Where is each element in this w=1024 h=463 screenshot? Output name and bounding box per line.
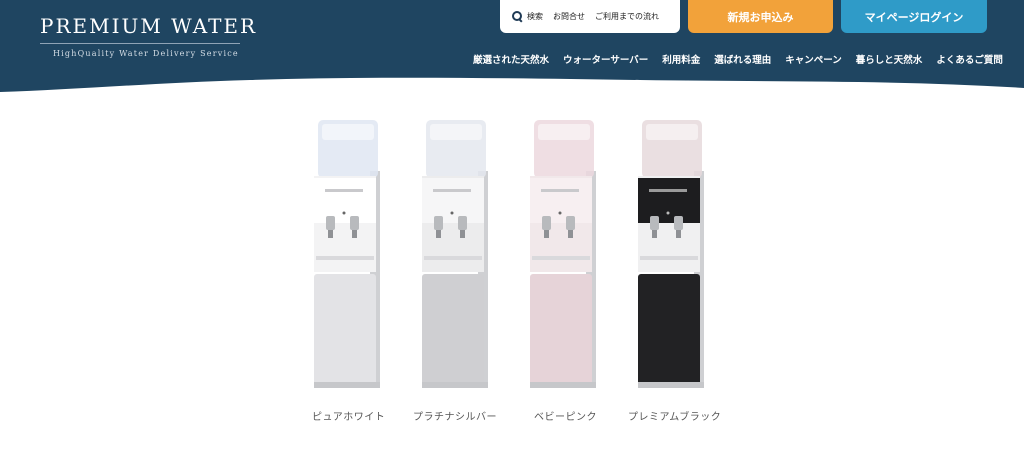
product-name: プラチナシルバー: [413, 412, 497, 423]
product-lineup: ピュアホワイト プラチナシルバー ベビーピンク プレミアムブラック: [300, 116, 730, 436]
brand-plate: [325, 189, 363, 192]
mypage-login-button[interactable]: マイページログイン: [841, 0, 987, 33]
tank-highlight: [646, 124, 698, 140]
tap-nozzle: [328, 230, 333, 238]
tap-nozzle: [460, 230, 465, 238]
nav-item-water-server[interactable]: ウォーターサーバー: [563, 52, 648, 66]
main-nav: 厳選された天然水 ウォーターサーバー 利用料金 選ばれる理由 キャンペーン 暮ら…: [473, 52, 1003, 66]
control-panel: [422, 178, 484, 223]
water-server-image: [314, 120, 380, 388]
tank-highlight: [430, 124, 482, 140]
tap-right: [674, 216, 683, 230]
server-base: [314, 382, 380, 388]
brand-plate: [649, 189, 687, 192]
water-server-image: [638, 120, 704, 388]
signup-button[interactable]: 新規お申込み: [688, 0, 833, 33]
control-panel: [638, 178, 700, 223]
brand-plate: [541, 189, 579, 192]
brand-tagline: HighQuality Water Delivery Service: [53, 49, 239, 58]
tap-left: [326, 216, 335, 230]
product-name: プレミアムブラック: [628, 412, 722, 423]
server-base: [638, 382, 704, 388]
tap-nozzle: [544, 230, 549, 238]
tap-nozzle: [352, 230, 357, 238]
nav-item-pricing[interactable]: 利用料金: [662, 52, 700, 66]
brand-logo[interactable]: PREMIUM WATER HighQuality Water Delivery…: [40, 14, 258, 58]
tank-highlight: [538, 124, 590, 140]
flow-label: ご利用までの流れ: [595, 12, 659, 21]
nav-item-natural-water[interactable]: 厳選された天然水: [473, 52, 549, 66]
search-link[interactable]: 検索: [512, 11, 543, 22]
indicator-light: [666, 211, 670, 215]
tap-left: [542, 216, 551, 230]
lower-cabinet: [638, 274, 700, 386]
product-name: ピュアホワイト: [312, 412, 386, 423]
tap-nozzle: [676, 230, 681, 238]
tap-left: [650, 216, 659, 230]
indicator-light: [342, 211, 346, 215]
lower-cabinet: [422, 274, 484, 386]
tap-nozzle: [652, 230, 657, 238]
tap-nozzle: [568, 230, 573, 238]
nav-item-reasons[interactable]: 選ばれる理由: [714, 52, 771, 66]
brand-name: PREMIUM WATER: [40, 14, 258, 38]
lower-cabinet: [530, 274, 592, 386]
indicator-light: [558, 211, 562, 215]
product-name: ベビーピンク: [534, 412, 597, 423]
control-panel: [314, 178, 376, 223]
drip-tray: [640, 256, 698, 260]
utility-bar: 検索 お問合せ ご利用までの流れ: [500, 0, 680, 33]
tap-right: [566, 216, 575, 230]
flow-link[interactable]: ご利用までの流れ: [595, 11, 659, 22]
tap-right: [350, 216, 359, 230]
tap-nozzle: [436, 230, 441, 238]
logo-divider: [40, 43, 240, 44]
nav-item-faq[interactable]: よくあるご質問: [936, 52, 1003, 66]
water-server-image: [422, 120, 488, 388]
nav-item-lifestyle[interactable]: 暮らしと天然水: [856, 52, 923, 66]
tank-highlight: [322, 124, 374, 140]
site-header: PREMIUM WATER HighQuality Water Delivery…: [0, 0, 1024, 95]
server-base: [530, 382, 596, 388]
drip-tray: [424, 256, 482, 260]
drip-tray: [316, 256, 374, 260]
tap-right: [458, 216, 467, 230]
lower-cabinet: [314, 274, 376, 386]
brand-plate: [433, 189, 471, 192]
contact-link[interactable]: お問合せ: [553, 11, 585, 22]
tap-left: [434, 216, 443, 230]
indicator-light: [450, 211, 454, 215]
search-icon: [512, 11, 523, 22]
nav-item-campaign[interactable]: キャンペーン: [785, 52, 842, 66]
control-panel: [530, 178, 592, 223]
server-base: [422, 382, 488, 388]
contact-label: お問合せ: [553, 12, 585, 21]
search-label: 検索: [527, 12, 543, 21]
water-server-image: [530, 120, 596, 388]
drip-tray: [532, 256, 590, 260]
